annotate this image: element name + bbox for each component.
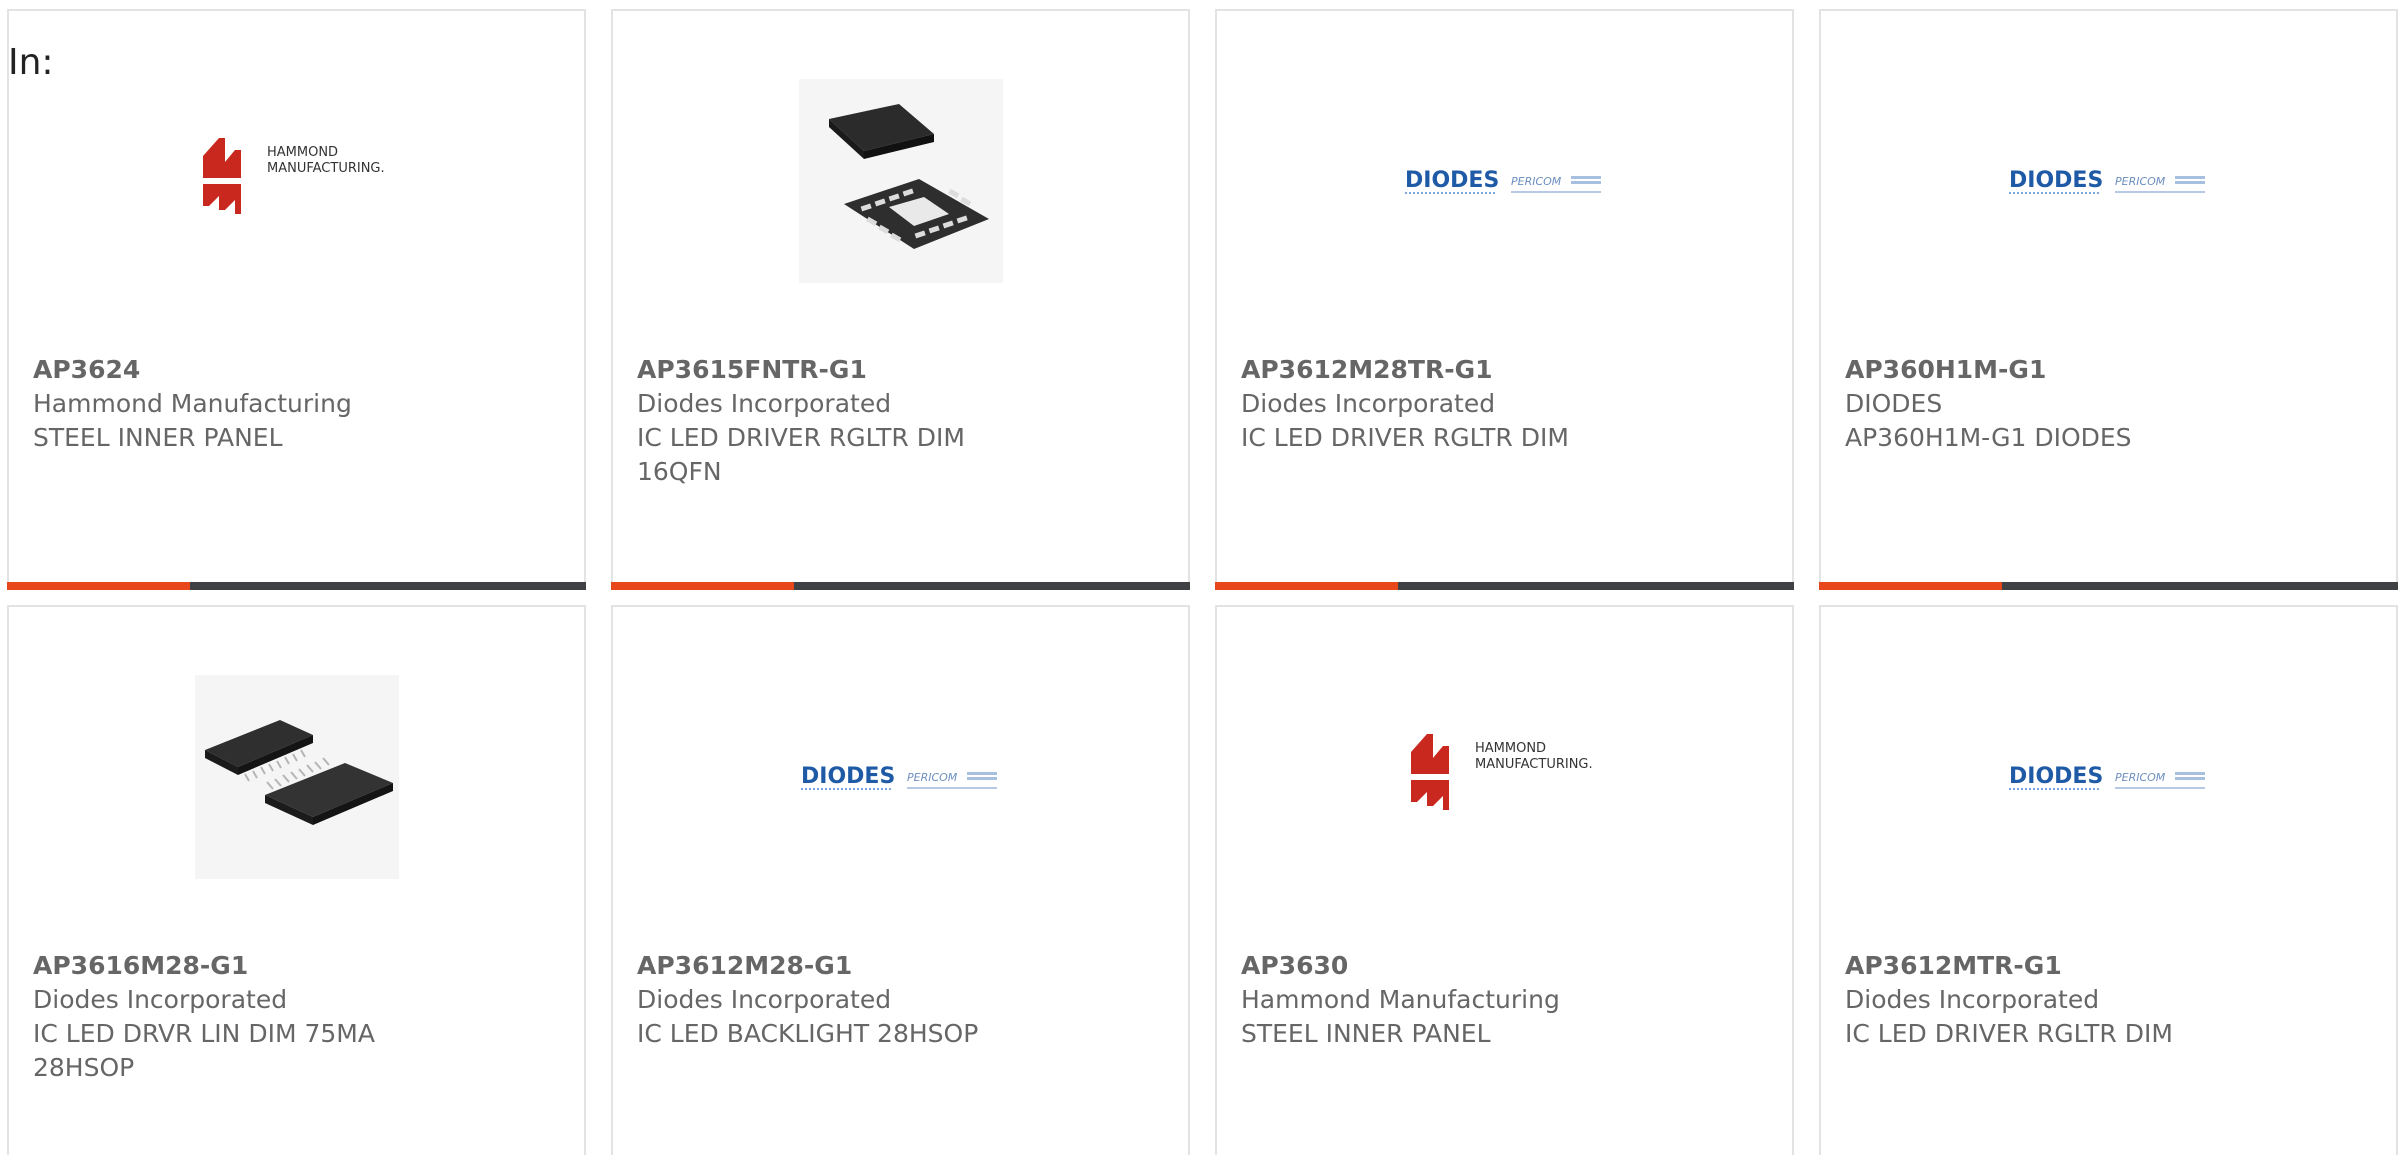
product-image: DIODES PERICOM	[2007, 675, 2211, 879]
part-number[interactable]: AP3616M28-G1	[33, 949, 560, 983]
product-image: HAMMOND MANUFACTURING.	[1403, 675, 1607, 879]
part-number[interactable]: AP3624	[33, 353, 560, 387]
product-image: DIODES PERICOM	[2007, 79, 2211, 283]
part-number[interactable]: AP3612MTR-G1	[1845, 949, 2372, 983]
product-info: AP3615FNTR-G1 Diodes Incorporated IC LED…	[637, 353, 1164, 489]
description: STEEL INNER PANEL	[1241, 1019, 1491, 1048]
product-image	[798, 79, 1003, 283]
product-card[interactable]: DIODES PERICOM AP3612M28TR-G1 Diodes Inc…	[1215, 9, 1794, 590]
svg-text:PERICOM: PERICOM	[2115, 175, 2166, 188]
product-card[interactable]: DIODES PERICOM AP3612MTR-G1 Diodes Incor…	[1819, 605, 2398, 1155]
part-number[interactable]: AP3612M28TR-G1	[1241, 353, 1768, 387]
description: AP360H1M-G1 DIODES	[1845, 423, 2132, 452]
diodes-pericom-logo: DIODES PERICOM	[2008, 764, 2205, 790]
product-card[interactable]: HAMMOND MANUFACTURING. AP3624 Hammond Ma…	[7, 9, 586, 590]
manufacturer: Hammond Manufacturing	[1241, 985, 1560, 1014]
part-number[interactable]: AP360H1M-G1	[1845, 353, 2372, 387]
manufacturer: DIODES	[1845, 389, 1943, 418]
svg-text:HAMMOND: HAMMOND	[1475, 741, 1546, 756]
card-accent-bar	[611, 582, 1190, 590]
svg-text:PERICOM: PERICOM	[2115, 771, 2166, 784]
diodes-pericom-logo: DIODES PERICOM	[800, 764, 997, 790]
svg-text:MANUFACTURING.: MANUFACTURING.	[1475, 757, 1593, 772]
diodes-pericom-logo: DIODES PERICOM	[2008, 168, 2205, 194]
product-info: AP3612M28-G1 Diodes Incorporated IC LED …	[637, 949, 1164, 1051]
description: IC LED DRIVER RGLTR DIM 16QFN	[637, 423, 965, 486]
product-info: AP3616M28-G1 Diodes Incorporated IC LED …	[33, 949, 560, 1085]
card-accent-highlight	[7, 582, 190, 590]
product-card[interactable]: DIODES PERICOM AP3612M28-G1 Diodes Incor…	[611, 605, 1190, 1155]
description: IC LED BACKLIGHT 28HSOP	[637, 1019, 979, 1048]
manufacturer: Diodes Incorporated	[33, 985, 288, 1014]
description: IC LED DRIVER RGLTR DIM	[1241, 423, 1569, 452]
product-image	[194, 675, 399, 879]
product-info: AP3624 Hammond Manufacturing STEEL INNER…	[33, 353, 560, 455]
manufacturer: Diodes Incorporated	[637, 985, 892, 1014]
svg-text:DIODES: DIODES	[801, 764, 895, 789]
description: IC LED DRIVER RGLTR DIM	[1845, 1019, 2173, 1048]
manufacturer: Diodes Incorporated	[1241, 389, 1496, 418]
product-info: AP3612MTR-G1 Diodes Incorporated IC LED …	[1845, 949, 2372, 1051]
product-image: DIODES PERICOM	[799, 675, 1003, 879]
product-image: DIODES PERICOM	[1403, 79, 1607, 283]
description: IC LED DRVR LIN DIM 75MA 28HSOP	[33, 1019, 375, 1082]
card-accent-highlight	[1819, 582, 2002, 590]
card-accent-bar	[1819, 582, 2398, 590]
product-grid: HAMMOND MANUFACTURING. AP3624 Hammond Ma…	[7, 9, 2400, 1155]
manufacturer: Hammond Manufacturing	[33, 389, 352, 418]
svg-text:DIODES: DIODES	[2009, 764, 2103, 789]
svg-text:DIODES: DIODES	[2009, 168, 2103, 193]
hsop-chip-icon	[194, 675, 399, 879]
svg-text:HAMMOND: HAMMOND	[267, 145, 338, 160]
product-card[interactable]: AP3615FNTR-G1 Diodes Incorporated IC LED…	[611, 9, 1190, 590]
product-info: AP360H1M-G1 DIODES AP360H1M-G1 DIODES	[1845, 353, 2372, 455]
product-card[interactable]: HAMMOND MANUFACTURING. AP3630 Hammond Ma…	[1215, 605, 1794, 1155]
product-card[interactable]: AP3616M28-G1 Diodes Incorporated IC LED …	[7, 605, 586, 1155]
manufacturer: Diodes Incorporated	[637, 389, 892, 418]
part-number[interactable]: AP3630	[1241, 949, 1768, 983]
svg-text:PERICOM: PERICOM	[1511, 175, 1562, 188]
hammond-logo: HAMMOND MANUFACTURING.	[202, 138, 385, 214]
diodes-pericom-logo: DIODES PERICOM	[1404, 168, 1601, 194]
product-image: HAMMOND MANUFACTURING.	[195, 79, 399, 283]
product-info: AP3612M28TR-G1 Diodes Incorporated IC LE…	[1241, 353, 1768, 455]
product-info: AP3630 Hammond Manufacturing STEEL INNER…	[1241, 949, 1768, 1051]
svg-text:DIODES: DIODES	[1405, 168, 1499, 193]
svg-text:PERICOM: PERICOM	[907, 771, 958, 784]
manufacturer: Diodes Incorporated	[1845, 985, 2100, 1014]
description: STEEL INNER PANEL	[33, 423, 283, 452]
part-number[interactable]: AP3612M28-G1	[637, 949, 1164, 983]
product-results-page: In: HAMMOND MANUFACTURING. AP3624 Hammon…	[0, 0, 2400, 1155]
svg-text:MANUFACTURING.: MANUFACTURING.	[267, 161, 385, 176]
qfn-chip-icon	[798, 79, 1003, 283]
card-accent-highlight	[611, 582, 794, 590]
card-accent-bar	[7, 582, 586, 590]
in-filter-label: In:	[8, 42, 54, 83]
hammond-logo: HAMMOND MANUFACTURING.	[1410, 734, 1593, 810]
card-accent-highlight	[1215, 582, 1398, 590]
product-card[interactable]: DIODES PERICOM AP360H1M-G1 DIODES AP360H…	[1819, 9, 2398, 590]
part-number[interactable]: AP3615FNTR-G1	[637, 353, 1164, 387]
card-accent-bar	[1215, 582, 1794, 590]
